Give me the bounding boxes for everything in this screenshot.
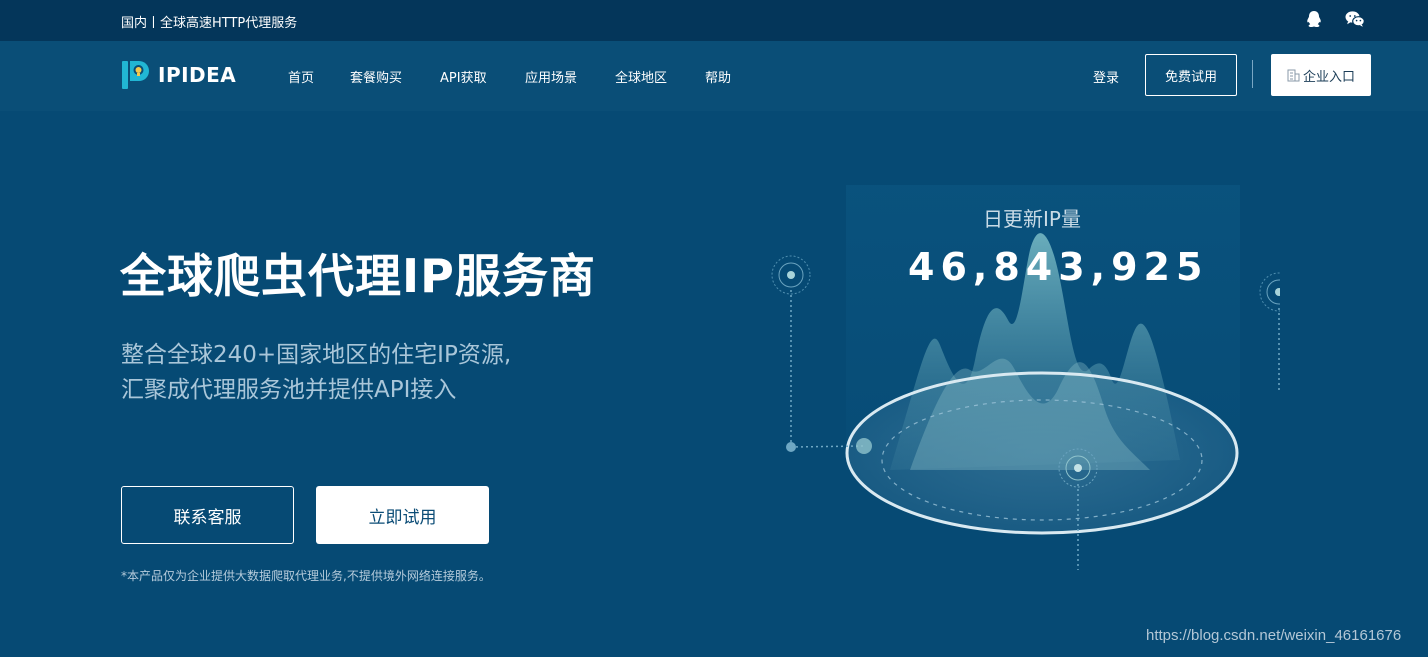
nav-item-pricing[interactable]: 套餐购买 [350, 67, 402, 86]
nav-item-home[interactable]: 首页 [288, 67, 314, 86]
daily-ip-label: 日更新IP量 [983, 207, 1081, 231]
login-link[interactable]: 登录 [1093, 67, 1119, 86]
contact-support-button[interactable]: 联系客服 [121, 486, 294, 544]
logo-icon [122, 61, 149, 89]
main-nav: IPIDEA 首页 套餐购买 API获取 应用场景 全球地区 帮助 登录 免费试… [0, 41, 1428, 111]
qq-icon[interactable] [1305, 10, 1323, 30]
nav-item-use-cases[interactable]: 应用场景 [525, 67, 577, 86]
daily-ip-count: 46,843,925 [908, 245, 1209, 289]
enterprise-entry-button[interactable]: 企业入口 [1271, 54, 1371, 96]
wechat-icon[interactable] [1345, 10, 1365, 28]
ip-pool-illustration [771, 185, 1280, 570]
nav-item-api[interactable]: API获取 [440, 67, 487, 86]
try-now-button[interactable]: 立即试用 [316, 486, 489, 544]
node-disk-edge [856, 438, 872, 454]
enterprise-entry-label: 企业入口 [1302, 69, 1355, 85]
building-icon [1287, 69, 1300, 81]
top-tagline: 国内丨全球高速HTTP代理服务 [121, 16, 298, 31]
hero-subtitle: 整合全球240+国家地区的住宅IP资源, 汇聚成代理服务池并提供API接入 [121, 338, 511, 408]
hero-subtitle-line-1: 整合全球240+国家地区的住宅IP资源, [121, 342, 512, 368]
hero-title: 全球爬虫代理IP服务商 [120, 249, 596, 303]
watermark-url: https://blog.csdn.net/weixin_46161676 [1146, 627, 1402, 644]
nav-item-help[interactable]: 帮助 [705, 67, 731, 86]
logo-text: IPIDEA [158, 63, 237, 87]
free-trial-button[interactable]: 免费试用 [1145, 54, 1237, 96]
hero-subtitle-line-2: 汇聚成代理服务池并提供API接入 [121, 377, 457, 403]
nav-item-regions[interactable]: 全球地区 [615, 67, 667, 86]
node-left-bottom [786, 442, 796, 452]
top-bar: 国内丨全球高速HTTP代理服务 [0, 0, 1428, 41]
logo[interactable]: IPIDEA [121, 59, 236, 91]
nav-divider [1252, 60, 1253, 88]
disclaimer-note: *本产品仅为企业提供大数据爬取代理业务,不提供境外网络连接服务。 [121, 569, 491, 583]
